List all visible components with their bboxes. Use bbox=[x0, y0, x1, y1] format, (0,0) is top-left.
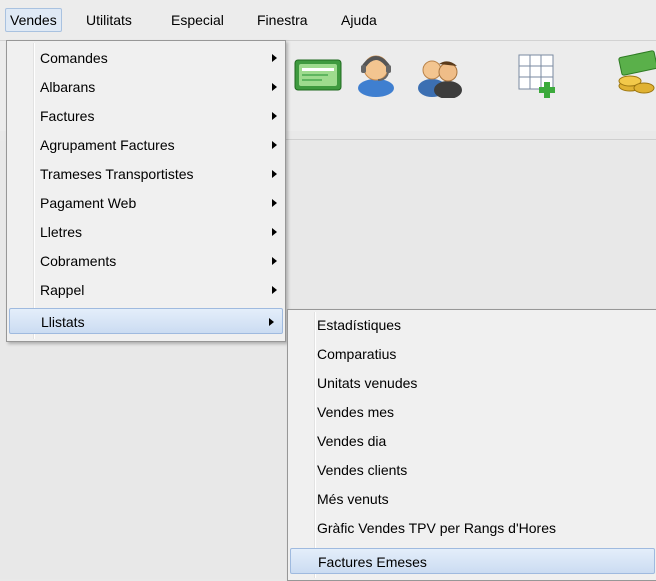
menu-item-factures-emeses[interactable]: Factures Emeses bbox=[290, 548, 655, 574]
menu-item-label: Unitats venudes bbox=[317, 375, 418, 391]
menu-item-label: Lletres bbox=[40, 224, 83, 240]
menu-item-label: Albarans bbox=[40, 79, 96, 95]
submenu-arrow-icon bbox=[272, 170, 277, 178]
users-icon[interactable] bbox=[412, 50, 468, 98]
submenu-arrow-icon bbox=[272, 112, 277, 120]
menu-item-factures[interactable]: Factures bbox=[7, 103, 285, 129]
menu-item-label: Rappel bbox=[40, 282, 85, 298]
menu-item-label: Factures Emeses bbox=[318, 554, 427, 570]
menu-item-label: Pagament Web bbox=[40, 195, 137, 211]
menu-item-cobraments[interactable]: Cobraments bbox=[7, 248, 285, 274]
llistats-submenu: Estadístiques Comparatius Unitats venude… bbox=[287, 309, 656, 581]
menu-item-label: Factures bbox=[40, 108, 95, 124]
menu-item-label: Trameses Transportistes bbox=[40, 166, 194, 182]
menu-especial[interactable]: Especial bbox=[168, 9, 227, 31]
menu-item-vendes-mes[interactable]: Vendes mes bbox=[288, 399, 656, 425]
menu-utilitats[interactable]: Utilitats bbox=[83, 9, 135, 31]
menu-item-agrupament-factures[interactable]: Agrupament Factures bbox=[7, 132, 285, 158]
menu-item-label: Estadístiques bbox=[317, 317, 402, 333]
menu-ajuda[interactable]: Ajuda bbox=[338, 9, 380, 31]
menu-item-albarans[interactable]: Albarans bbox=[7, 74, 285, 100]
menu-item-label: Gràfic Vendes TPV per Rangs d'Hores bbox=[317, 520, 556, 536]
menu-item-label: Més venuts bbox=[317, 491, 389, 507]
submenu-arrow-icon bbox=[272, 257, 277, 265]
submenu-arrow-icon bbox=[272, 199, 277, 207]
submenu-arrow-icon bbox=[272, 228, 277, 236]
menu-item-label: Vendes mes bbox=[317, 404, 395, 420]
menu-item-label: Vendes clients bbox=[317, 462, 408, 478]
menu-item-trameses-transportistes[interactable]: Trameses Transportistes bbox=[7, 161, 285, 187]
submenu-arrow-icon bbox=[272, 286, 277, 294]
submenu-arrow-icon bbox=[272, 54, 277, 62]
card-icon[interactable] bbox=[290, 50, 344, 96]
menu-item-vendes-clients[interactable]: Vendes clients bbox=[288, 457, 656, 483]
menu-item-label: Llistats bbox=[41, 314, 85, 330]
menu-finestra[interactable]: Finestra bbox=[254, 9, 311, 31]
menu-item-pagament-web[interactable]: Pagament Web bbox=[7, 190, 285, 216]
menu-item-label: Cobraments bbox=[40, 253, 117, 269]
money-coins-icon[interactable] bbox=[612, 48, 656, 98]
menu-item-llistats[interactable]: Llistats bbox=[9, 308, 283, 334]
menubar: Vendes Utilitats Especial Finestra Ajuda bbox=[0, 0, 656, 41]
support-agent-icon[interactable] bbox=[350, 48, 402, 98]
submenu-arrow-icon bbox=[272, 141, 277, 149]
menu-item-rappel[interactable]: Rappel bbox=[7, 277, 285, 303]
menu-item-label: Vendes dia bbox=[317, 433, 387, 449]
menu-item-grafic-vendes-tpv[interactable]: Gràfic Vendes TPV per Rangs d'Hores bbox=[288, 515, 656, 541]
vendes-menu: Comandes Albarans Factures Agrupament Fa… bbox=[6, 40, 286, 342]
menu-item-comparatius[interactable]: Comparatius bbox=[288, 341, 656, 367]
menu-item-estadistiques[interactable]: Estadístiques bbox=[288, 312, 656, 338]
menu-item-label: Comparatius bbox=[317, 346, 397, 362]
menu-item-lletres[interactable]: Lletres bbox=[7, 219, 285, 245]
submenu-arrow-icon bbox=[272, 83, 277, 91]
submenu-arrow-icon bbox=[269, 318, 274, 326]
toolbar-separator bbox=[285, 139, 656, 140]
menu-item-label: Agrupament Factures bbox=[40, 137, 175, 153]
menu-item-unitats-venudes[interactable]: Unitats venudes bbox=[288, 370, 656, 396]
menu-vendes[interactable]: Vendes bbox=[5, 8, 62, 32]
menu-item-comandes[interactable]: Comandes bbox=[7, 45, 285, 71]
menu-item-label: Comandes bbox=[40, 50, 108, 66]
menu-item-mes-venuts[interactable]: Més venuts bbox=[288, 486, 656, 512]
menu-item-vendes-dia[interactable]: Vendes dia bbox=[288, 428, 656, 454]
add-grid-icon[interactable] bbox=[514, 50, 564, 98]
